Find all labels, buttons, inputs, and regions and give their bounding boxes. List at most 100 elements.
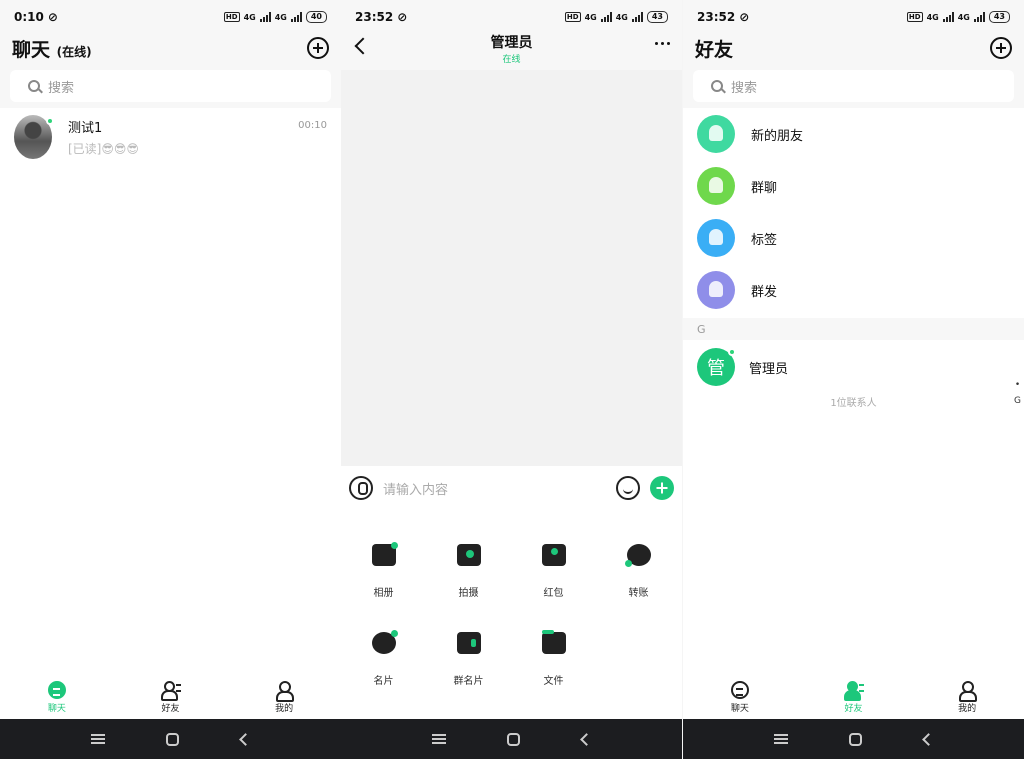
online-indicator: [46, 117, 54, 125]
friends-icon: [161, 680, 182, 701]
signal-icon: [942, 12, 954, 22]
tab-me[interactable]: 我的: [275, 680, 295, 714]
group-card-icon: [456, 632, 481, 654]
function-list: 新的朋友 群聊 标签 群发: [683, 108, 1024, 318]
tag-icon: [697, 219, 735, 257]
signal-icon: [631, 12, 643, 22]
status-bar: 23:52 ⊘ HD 4G 4G 43: [683, 0, 1024, 34]
signal-icon: [290, 12, 302, 22]
broadcast-item[interactable]: 群发: [683, 264, 1024, 316]
online-indicator: [728, 348, 736, 356]
new-friends-item[interactable]: 新的朋友: [683, 108, 1024, 160]
tool-album[interactable]: 相册: [341, 542, 426, 599]
tab-bar: 聊天 好友 我的: [0, 675, 341, 719]
add-friend-icon[interactable]: [990, 37, 1012, 59]
online-status: 在线: [502, 55, 521, 65]
tool-transfer[interactable]: 转账: [596, 544, 681, 599]
chat-preview: [已读]😎😎😎: [68, 142, 139, 156]
transfer-icon: [624, 544, 651, 567]
search-input[interactable]: 搜索: [693, 70, 1014, 102]
battery-indicator: 43: [646, 11, 668, 23]
chat-list: 测试1 [已读]😎😎😎 00:10: [0, 108, 341, 675]
tools-panel: 相册 拍摄 红包 转账 名片 群名片 文件: [341, 510, 682, 719]
avatar: [14, 115, 54, 159]
more-icon[interactable]: [655, 42, 670, 45]
tab-chat[interactable]: 聊天: [47, 680, 66, 714]
tab-me[interactable]: 我的: [958, 680, 978, 714]
tab-chat[interactable]: 聊天: [730, 680, 749, 714]
message-area[interactable]: [341, 70, 682, 466]
tool-red-packet[interactable]: 红包: [511, 544, 596, 599]
signal-icon: [259, 12, 271, 22]
back-icon[interactable]: [239, 732, 253, 746]
page-title: 好友: [695, 38, 734, 61]
more-tools-icon[interactable]: [650, 476, 674, 500]
tool-group-card[interactable]: 群名片: [426, 632, 511, 687]
add-icon[interactable]: [307, 37, 329, 59]
group-icon: [697, 167, 735, 205]
menu-icon[interactable]: [773, 734, 788, 744]
user-icon: [275, 680, 295, 702]
system-nav-bar: [683, 719, 1024, 759]
home-icon[interactable]: [507, 732, 521, 746]
home-icon[interactable]: [166, 732, 180, 746]
conversation-title: 管理员: [490, 35, 533, 51]
contact-name: 管理员: [749, 361, 789, 377]
camera-icon: [456, 544, 481, 566]
emoji-icon[interactable]: [616, 476, 640, 500]
search-icon: [28, 80, 40, 92]
back-icon[interactable]: [580, 732, 594, 746]
status-time: 0:10: [14, 10, 44, 24]
chat-name: 测试1: [68, 121, 103, 136]
status-time: 23:52: [355, 10, 394, 24]
message-input[interactable]: 请输入内容: [383, 479, 606, 498]
alphabet-index[interactable]: • G: [1014, 380, 1021, 406]
tab-bar: 聊天 好友 我的: [683, 675, 1024, 719]
chat-list-screen: 0:10 ⊘ HD 4G 4G 40 聊天 (在线) 搜索 测试1 [已读]😎😎…: [0, 0, 341, 759]
conversation-screen: 23:52 ⊘ HD 4G 4G 43 管理员 在线 请输入内容 相册 拍摄 红…: [341, 0, 682, 759]
voice-icon[interactable]: [349, 476, 373, 500]
red-packet-icon: [541, 544, 566, 566]
broadcast-icon: [697, 271, 735, 309]
contact-card-icon: [371, 630, 398, 654]
tool-file[interactable]: 文件: [511, 630, 596, 687]
home-icon[interactable]: [849, 732, 863, 746]
search-icon: [711, 80, 723, 92]
tab-friends[interactable]: 好友: [161, 680, 182, 714]
folder-icon: [541, 630, 566, 654]
user-icon: [958, 680, 978, 702]
friends-screen: 23:52 ⊘ HD 4G 4G 43 好友 搜索 新的朋友 群聊 标签 群发 G: [683, 0, 1024, 759]
signal-icon: [973, 12, 985, 22]
friends-icon: [844, 680, 865, 701]
menu-icon[interactable]: [431, 734, 446, 744]
page-title: 聊天 (在线): [12, 38, 92, 61]
conversation-header: 管理员 在线: [341, 28, 682, 68]
signal-icon: [600, 12, 612, 22]
chat-list-item[interactable]: 测试1 [已读]😎😎😎 00:10: [0, 108, 341, 166]
contact-item[interactable]: 管 管理员: [683, 340, 1024, 394]
system-nav-bar: [341, 719, 682, 759]
status-time: 23:52: [697, 10, 736, 24]
contact-count: 1位联系人: [830, 398, 877, 409]
tab-friends[interactable]: 好友: [844, 680, 865, 714]
tags-item[interactable]: 标签: [683, 212, 1024, 264]
chat-bubble-icon: [730, 680, 749, 699]
chat-time: 00:10: [298, 120, 327, 131]
tool-contact-card[interactable]: 名片: [341, 630, 426, 687]
input-bar: 请输入内容: [341, 466, 682, 510]
section-header: G: [697, 322, 706, 336]
mute-icon: ⊘: [47, 10, 58, 24]
mute-icon: ⊘: [397, 10, 408, 24]
battery-indicator: 43: [988, 11, 1010, 23]
tool-camera[interactable]: 拍摄: [426, 544, 511, 599]
group-chat-item[interactable]: 群聊: [683, 160, 1024, 212]
back-icon[interactable]: [922, 732, 936, 746]
battery-indicator: 40: [305, 11, 327, 23]
image-icon: [371, 542, 398, 566]
search-input[interactable]: 搜索: [10, 70, 331, 102]
status-bar: 0:10 ⊘ HD 4G 4G 40: [0, 0, 341, 34]
menu-icon[interactable]: [90, 734, 105, 744]
chat-bubble-icon: [47, 680, 66, 699]
new-friend-icon: [697, 115, 735, 153]
screenshot-root: 0:10 ⊘ HD 4G 4G 40 聊天 (在线) 搜索 测试1 [已读]😎😎…: [0, 0, 1024, 759]
